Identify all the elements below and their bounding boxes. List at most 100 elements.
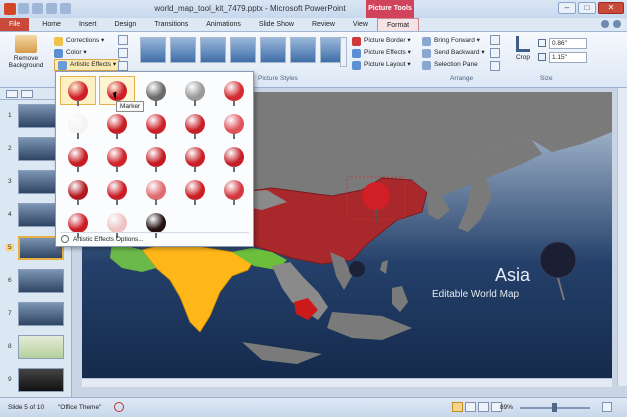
slide-subtitle[interactable]: Editable World Map <box>432 289 519 300</box>
window-title: world_map_tool_kit_7479.pptx - Microsoft… <box>154 4 346 13</box>
remove-background-button[interactable]: Remove Background <box>6 35 46 69</box>
picture-layout-button[interactable]: Picture Layout ▾ <box>352 59 411 71</box>
tab-animations[interactable]: Animations <box>197 18 250 31</box>
effect-watercolor-sponge[interactable] <box>99 142 135 172</box>
picture-style-1[interactable] <box>140 37 166 63</box>
india-region[interactable] <box>141 241 255 333</box>
zoom-level[interactable]: 89% <box>500 404 513 411</box>
powerpoint-logo-icon[interactable] <box>4 3 16 15</box>
tab-design[interactable]: Design <box>105 18 145 31</box>
reset-picture-icon[interactable] <box>118 61 128 71</box>
small-dark-pin[interactable] <box>349 261 365 277</box>
slide-title[interactable]: Asia <box>495 265 530 286</box>
group-icon[interactable] <box>490 48 500 58</box>
picture-style-4[interactable] <box>230 37 256 63</box>
effect-texturizer[interactable] <box>99 175 135 205</box>
large-dark-pin[interactable] <box>539 241 577 279</box>
tab-view[interactable]: View <box>344 18 377 31</box>
help-icon[interactable] <box>613 20 621 28</box>
close-button[interactable]: ✕ <box>598 2 624 14</box>
picture-tools-label: Picture Tools <box>366 0 414 18</box>
effect-glass[interactable] <box>216 142 252 172</box>
redo-icon[interactable] <box>46 3 57 14</box>
effect-paint-brush[interactable] <box>138 109 174 139</box>
borneo-region <box>327 312 412 340</box>
pushpin-icon <box>107 212 127 238</box>
send-backward-button[interactable]: Send Backward ▾ <box>422 47 485 59</box>
spellcheck-icon[interactable] <box>114 402 124 412</box>
tab-file[interactable]: File <box>0 18 30 31</box>
picture-effects-label: Picture Effects ▾ <box>364 49 411 56</box>
corrections-button[interactable]: Corrections ▾ <box>54 35 120 47</box>
slides-tab-icon[interactable] <box>6 90 18 98</box>
selection-pane-button[interactable]: Selection Pane <box>422 59 485 71</box>
artistic-effects-button[interactable]: Artistic Effects ▾ <box>54 59 121 71</box>
slide-thumbnail[interactable] <box>18 302 64 326</box>
minimize-ribbon-icon[interactable] <box>601 20 609 28</box>
horizontal-scrollbar[interactable] <box>82 378 612 387</box>
slide-thumbnail[interactable] <box>18 368 64 392</box>
compress-pictures-icon[interactable] <box>118 35 128 45</box>
picture-effects-button[interactable]: Picture Effects ▾ <box>352 47 411 59</box>
minimize-button[interactable]: – <box>558 2 576 14</box>
thumbnail-number: 7 <box>8 310 12 317</box>
effect-cement[interactable] <box>60 175 96 205</box>
maximize-button[interactable]: □ <box>578 2 596 14</box>
ribbon-right-controls <box>601 20 621 28</box>
slide-thumbnail[interactable] <box>18 269 64 293</box>
shape-height-icon <box>538 39 546 47</box>
normal-view-icon[interactable] <box>452 402 463 412</box>
tab-slide-show[interactable]: Slide Show <box>250 18 303 31</box>
outline-tab-icon[interactable] <box>21 90 33 98</box>
effect-pencil-sketch[interactable] <box>177 76 213 106</box>
color-label: Color ▾ <box>66 49 87 56</box>
undo-icon[interactable] <box>32 3 43 14</box>
height-input[interactable]: 0.86" <box>549 37 587 49</box>
reading-view-icon[interactable] <box>478 402 489 412</box>
fit-to-window-icon[interactable] <box>602 402 612 412</box>
artistic-effects-options-item[interactable]: Artistic Effects Options... <box>61 235 144 243</box>
rotate-icon[interactable] <box>490 61 500 71</box>
effect-blur[interactable] <box>216 109 252 139</box>
crop-button[interactable]: Crop <box>512 36 534 61</box>
save-icon[interactable] <box>18 3 29 14</box>
effect-film-grain[interactable] <box>138 142 174 172</box>
picture-border-label: Picture Border ▾ <box>364 37 411 44</box>
picture-style-3[interactable] <box>200 37 226 63</box>
align-icon[interactable] <box>490 35 500 45</box>
view-buttons <box>452 402 502 412</box>
picture-style-6[interactable] <box>290 37 316 63</box>
slide-sorter-view-icon[interactable] <box>465 402 476 412</box>
color-button[interactable]: Color ▾ <box>54 47 120 59</box>
bring-forward-button[interactable]: Bring Forward ▾ <box>422 35 485 47</box>
effect-chalk-sketch[interactable] <box>60 109 96 139</box>
effect-light-screen[interactable] <box>60 142 96 172</box>
change-picture-icon[interactable] <box>118 48 128 58</box>
gallery-scroll-buttons[interactable] <box>340 37 347 67</box>
customize-qat-icon[interactable] <box>60 3 71 14</box>
effect-pastels-smooth[interactable] <box>177 175 213 205</box>
picture-style-2[interactable] <box>170 37 196 63</box>
title-bar: world_map_tool_kit_7479.pptx - Microsoft… <box>0 0 627 18</box>
tab-home[interactable]: Home <box>33 18 70 31</box>
effect-crisscross-etching[interactable] <box>138 175 174 205</box>
effect-line-drawing[interactable] <box>216 76 252 106</box>
bring-forward-label: Bring Forward ▾ <box>434 37 480 44</box>
slide-thumbnail[interactable] <box>18 335 64 359</box>
pushpin-icon <box>224 146 244 172</box>
effect-glow-diffused[interactable] <box>177 109 213 139</box>
width-input[interactable]: 1.15" <box>549 51 587 63</box>
effect-paint-strokes[interactable] <box>99 109 135 139</box>
red-pin-marker[interactable] <box>362 182 390 210</box>
tab-review[interactable]: Review <box>303 18 344 31</box>
effect-mosaic-bubbles[interactable] <box>177 142 213 172</box>
tab-format[interactable]: Format <box>376 18 420 31</box>
effect-plastic-wrap[interactable] <box>216 175 252 205</box>
picture-style-5[interactable] <box>260 37 286 63</box>
zoom-slider-knob[interactable] <box>552 403 557 412</box>
vertical-scrollbar[interactable] <box>617 88 627 386</box>
effect-none[interactable] <box>60 76 96 106</box>
tab-insert[interactable]: Insert <box>70 18 106 31</box>
tab-transitions[interactable]: Transitions <box>145 18 197 31</box>
picture-border-button[interactable]: Picture Border ▾ <box>352 35 411 47</box>
